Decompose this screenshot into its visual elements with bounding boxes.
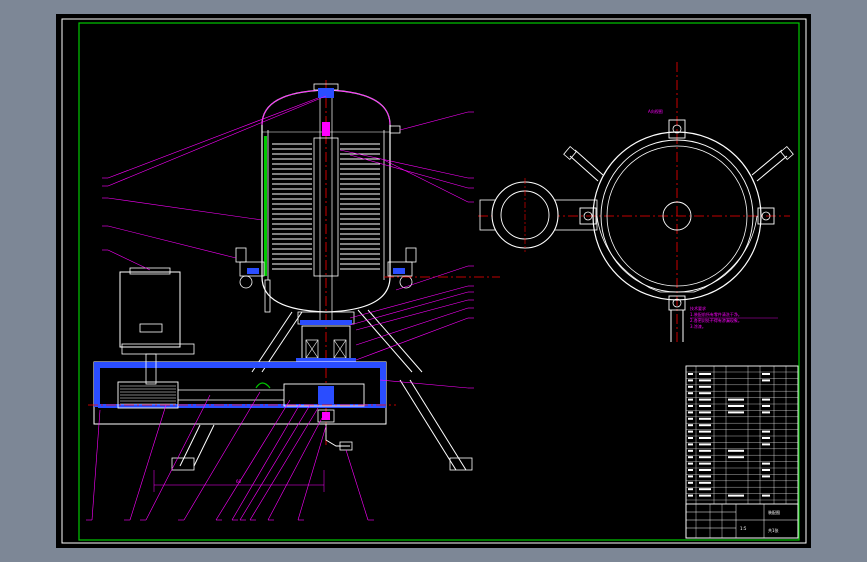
parts-cell-mark [762,494,770,497]
parts-cell-mark [699,373,711,375]
parts-cell-mark [688,469,693,471]
parts-cell-mark [762,405,770,407]
title-block-sheet: 共1张 [768,527,779,533]
parts-cell-mark [762,379,770,382]
parts-cell-mark [699,385,711,388]
parts-cell-mark [762,462,770,465]
parts-cell-mark [688,481,693,484]
parts-cell-mark [699,398,711,401]
parts-cell-mark [699,481,711,484]
parts-cell-mark [688,488,693,491]
parts-cell-mark [688,379,693,382]
parts-cell-mark [699,417,711,420]
driven-hub [318,386,334,404]
top-inlet [322,122,330,136]
parts-cell-mark [688,405,693,407]
parts-cell-mark [699,488,711,491]
parts-cell-mark [728,405,744,407]
parts-cell-mark [728,411,744,414]
parts-cell-mark [699,392,711,395]
parts-cell-mark [699,469,711,471]
parts-cell-mark [762,469,770,471]
parts-cell-mark [699,456,711,459]
parts-cell-mark [688,456,693,459]
parts-cell-mark [699,430,711,433]
parts-cell-mark [688,398,693,401]
parts-cell-mark [688,373,693,375]
parts-cell-mark [688,430,693,433]
tech-note-1: 1.装配前所有零件清洗干净。 [690,311,742,317]
parts-cell-mark [699,475,711,478]
parts-cell-mark [762,411,770,414]
tech-note-title: 技术要求 [690,305,706,311]
parts-cell-mark [699,449,711,452]
parts-cell-mark [762,430,770,433]
jacket-left [264,136,267,276]
parts-cell-mark [699,379,711,382]
parts-cell-mark [688,449,693,452]
parts-cell-mark [699,411,711,414]
parts-cell-mark [762,437,770,439]
view-label: A向视图 [648,108,663,114]
parts-cell-mark [699,424,711,427]
top-nozzle-seal [318,88,334,98]
parts-cell-mark [688,417,693,420]
title-block-scale: 1:5 [740,526,747,531]
parts-cell-mark [688,424,693,427]
parts-cell-mark [699,462,711,465]
parts-cell-mark [762,398,770,401]
parts-cell-mark [699,437,711,439]
parts-cell-mark [762,475,770,478]
parts-cell-mark [762,443,770,446]
parts-cell-mark [688,437,693,439]
parts-cell-mark [688,462,693,465]
parts-cell-mark [688,494,693,497]
parts-cell-mark [762,373,770,375]
parts-cell-mark [699,443,711,446]
parts-cell-mark [688,475,693,478]
parts-cell-mark [699,405,711,407]
parts-cell-mark [688,443,693,446]
cad-viewport: 60 A向视图 技术要求 1.装配前所有零件清洗干净。 2.各密封处不得有渗漏现… [0,0,867,562]
parts-cell-mark [728,449,744,452]
title-block-title: 装配图 [768,509,780,515]
parts-cell-mark [699,494,711,497]
parts-cell-mark [688,385,693,388]
parts-cell-mark [728,494,744,497]
bottom-flange-seal [300,320,352,325]
parts-cell-mark [688,411,693,414]
drawing-canvas: 60 A向视图 技术要求 1.装配前所有零件清洗干净。 2.各密封处不得有渗漏现… [56,14,811,548]
parts-cell-mark [688,392,693,395]
tech-note-3: 3.涂漆。 [690,323,706,329]
parts-cell-mark [728,456,744,459]
parts-cell-mark [728,398,744,401]
base-top-plate [94,362,386,368]
